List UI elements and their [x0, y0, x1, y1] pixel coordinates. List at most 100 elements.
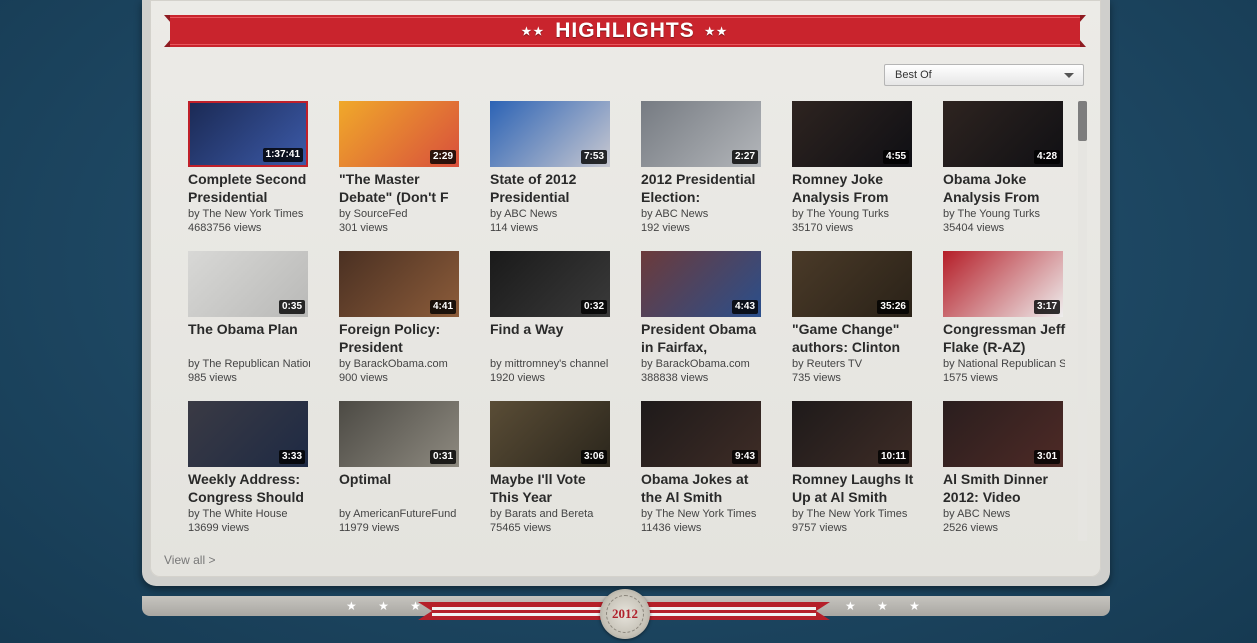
video-views: 13699 views [188, 522, 250, 534]
video-thumbnail[interactable]: 3:01 [943, 401, 1063, 467]
sort-dropdown[interactable]: Best Of [884, 64, 1084, 86]
video-tile[interactable]: 3:01 Al Smith Dinner 2012: Video by ABC Ne… [943, 401, 1083, 541]
video-thumbnail[interactable]: 3:17 [943, 251, 1063, 317]
video-duration: 3:06 [580, 450, 607, 464]
video-thumbnail[interactable]: 4:28 [943, 101, 1063, 167]
video-thumbnail[interactable]: 0:31 [339, 401, 459, 467]
video-title[interactable]: "The Master Debate" (Don't F [339, 170, 463, 206]
video-duration: 7:53 [580, 150, 607, 164]
video-title[interactable]: 2012 Presidential Election: [641, 170, 765, 206]
banner-stars-left: ★★ [521, 25, 546, 38]
video-title[interactable]: Obama Jokes at the Al Smith [641, 470, 765, 506]
video-channel: by AmericanFutureFund [339, 508, 457, 520]
video-tile[interactable]: 4:41 Foreign Policy: President by BarackOb… [339, 251, 479, 391]
footer-stars-right: ★ ★ ★ [845, 599, 929, 613]
video-tile[interactable]: 2:27 2012 Presidential Election: by ABC Ne… [641, 101, 781, 241]
video-title[interactable]: Romney Laughs It Up at Al Smith [792, 470, 916, 506]
view-all-link[interactable]: View all > [164, 553, 215, 567]
video-title[interactable]: Foreign Policy: President [339, 320, 463, 356]
video-tile[interactable]: 1:37:41 Complete Second Presidential by Th… [188, 101, 328, 241]
video-title[interactable]: Maybe I'll Vote This Year [490, 470, 614, 506]
video-tile[interactable]: 7:53 State of 2012 Presidential by ABC New… [490, 101, 630, 241]
video-thumbnail[interactable]: 3:06 [490, 401, 610, 467]
video-title[interactable]: Al Smith Dinner 2012: Video [943, 470, 1067, 506]
video-channel: by National Republican Se [943, 358, 1065, 370]
video-thumbnail[interactable]: 4:41 [339, 251, 459, 317]
video-duration: 4:41 [429, 300, 456, 314]
video-channel: by The Young Turks [792, 208, 890, 220]
video-channel: by The New York Times [792, 508, 908, 520]
video-thumbnail[interactable]: 0:32 [490, 251, 610, 317]
video-thumbnail[interactable]: 1:37:41 [188, 101, 308, 167]
video-views: 301 views [339, 222, 388, 234]
video-duration: 0:32 [580, 300, 607, 314]
video-duration: 9:43 [731, 450, 758, 464]
video-title[interactable]: Complete Second Presidential [188, 170, 312, 206]
video-duration: 4:43 [731, 300, 758, 314]
video-thumbnail[interactable]: 35:26 [792, 251, 912, 317]
video-duration: 35:26 [877, 300, 909, 314]
video-views: 35404 views [943, 222, 1005, 234]
video-tile[interactable]: 2:29 "The Master Debate" (Don't F by Sourc… [339, 101, 479, 241]
video-thumbnail[interactable]: 2:29 [339, 101, 459, 167]
video-tile[interactable]: 4:43 President Obama in Fairfax, by Barack… [641, 251, 781, 391]
video-thumbnail[interactable]: 3:33 [188, 401, 308, 467]
video-tile[interactable]: 9:43 Obama Jokes at the Al Smith by The Ne… [641, 401, 781, 541]
video-views: 75465 views [490, 522, 552, 534]
video-tile[interactable]: 3:17 Congressman Jeff Flake (R-AZ) by Nati… [943, 251, 1083, 391]
video-duration: 3:33 [278, 450, 305, 464]
video-title[interactable]: Find a Way [490, 320, 614, 356]
video-duration: 2:29 [429, 150, 456, 164]
video-tile[interactable]: 4:28 Obama Joke Analysis From by The Young… [943, 101, 1083, 241]
chevron-down-icon [1064, 73, 1074, 78]
video-grid-scrollbar[interactable] [1078, 101, 1087, 541]
video-title[interactable]: Obama Joke Analysis From [943, 170, 1067, 206]
video-thumbnail[interactable]: 4:43 [641, 251, 761, 317]
election-seal: 2012 [600, 589, 650, 639]
video-tile[interactable]: 35:26 "Game Change" authors: Clinton by Re… [792, 251, 932, 391]
video-channel: by SourceFed [339, 208, 408, 220]
video-views: 114 views [490, 222, 539, 234]
banner-stars-right: ★★ [704, 25, 729, 38]
video-thumbnail[interactable]: 9:43 [641, 401, 761, 467]
video-views: 2526 views [943, 522, 999, 534]
video-views: 11436 views [641, 522, 702, 534]
video-tile[interactable]: 3:33 Weekly Address: Congress Should by Th… [188, 401, 328, 541]
video-tile[interactable]: 0:35 The Obama Plan by The Republican Nati… [188, 251, 328, 391]
video-duration: 0:31 [429, 450, 456, 464]
video-title[interactable]: President Obama in Fairfax, [641, 320, 765, 356]
video-grid: 1:37:41 Complete Second Presidential by Th… [188, 101, 1078, 541]
video-channel: by mittromney's channel [490, 358, 609, 370]
video-tile[interactable]: 4:55 Romney Joke Analysis From by The Youn… [792, 101, 932, 241]
video-channel: by The Young Turks [943, 208, 1041, 220]
video-title[interactable]: Optimal [339, 470, 463, 506]
video-views: 11979 views [339, 522, 400, 534]
video-thumbnail[interactable]: 2:27 [641, 101, 761, 167]
video-duration: 10:11 [877, 450, 909, 464]
video-channel: by The New York Times [641, 508, 757, 520]
video-title[interactable]: Weekly Address: Congress Should [188, 470, 312, 506]
video-tile[interactable]: 0:31 Optimal by AmericanFutureFund 11979 vi… [339, 401, 479, 541]
video-title[interactable]: State of 2012 Presidential [490, 170, 614, 206]
video-views: 4683756 views [188, 222, 262, 234]
video-channel: by The New York Times [188, 208, 304, 220]
video-tile[interactable]: 3:06 Maybe I'll Vote This Year by Barats a… [490, 401, 630, 541]
video-thumbnail[interactable]: 4:55 [792, 101, 912, 167]
video-tile[interactable]: 10:11 Romney Laughs It Up at Al Smith by T… [792, 401, 932, 541]
scrollbar-thumb[interactable] [1078, 101, 1087, 141]
video-channel: by ABC News [641, 208, 709, 220]
video-channel: by BarackObama.com [339, 358, 448, 370]
video-duration: 2:27 [731, 150, 758, 164]
video-title[interactable]: Congressman Jeff Flake (R-AZ) [943, 320, 1067, 356]
video-channel: by The Republican Nation [188, 358, 310, 370]
video-thumbnail[interactable]: 10:11 [792, 401, 912, 467]
video-tile[interactable]: 0:32 Find a Way by mittromney's channel 192… [490, 251, 630, 391]
video-title[interactable]: The Obama Plan [188, 320, 312, 356]
video-duration: 4:28 [1033, 150, 1060, 164]
video-title[interactable]: Romney Joke Analysis From [792, 170, 916, 206]
video-views: 35170 views [792, 222, 854, 234]
video-thumbnail[interactable]: 7:53 [490, 101, 610, 167]
video-title[interactable]: "Game Change" authors: Clinton [792, 320, 916, 356]
video-views: 9757 views [792, 522, 848, 534]
video-thumbnail[interactable]: 0:35 [188, 251, 308, 317]
